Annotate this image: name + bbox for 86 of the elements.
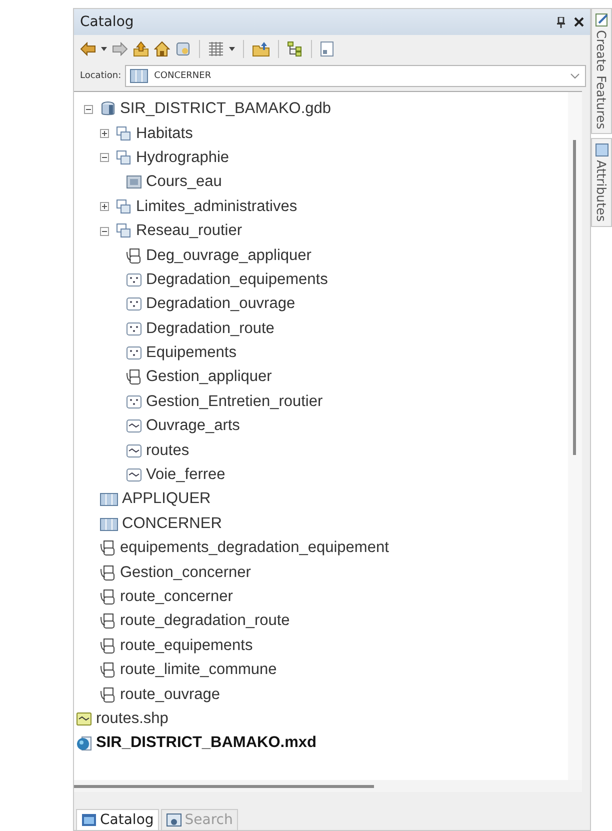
folder-arrow-icon[interactable] bbox=[252, 41, 270, 57]
tree-item[interactable]: Degradation_route bbox=[146, 320, 274, 338]
tree-item[interactable]: Gestion_appliquer bbox=[146, 368, 272, 386]
location-field[interactable]: CONCERNER bbox=[125, 65, 586, 87]
side-tab[interactable]: Attributes bbox=[591, 138, 612, 227]
point-feature-class-icon bbox=[126, 272, 142, 288]
expand-icon[interactable] bbox=[100, 129, 109, 138]
shapefile-icon bbox=[76, 710, 92, 727]
line-feature-class-icon bbox=[126, 442, 142, 459]
tree-item[interactable]: CONCERNER bbox=[122, 514, 222, 533]
scrollbar-thumb[interactable] bbox=[74, 784, 374, 788]
relationship-class-icon bbox=[100, 638, 116, 654]
location-label: Location: bbox=[80, 71, 122, 81]
relationship-class-icon bbox=[126, 248, 142, 264]
tree-item[interactable]: equipements_degradation_equipement bbox=[120, 539, 389, 558]
point-feature-class-icon bbox=[126, 394, 142, 410]
tree-item[interactable]: Degradation_equipements bbox=[146, 270, 328, 289]
tree-item[interactable]: APPLIQUER bbox=[122, 490, 211, 508]
side-tab[interactable]: Create Features bbox=[591, 8, 612, 134]
back-arrow-icon[interactable] bbox=[80, 42, 96, 56]
tree-item[interactable]: SIR_DISTRICT_BAMAKO.gdb bbox=[120, 100, 332, 118]
tree-item[interactable]: Equipements bbox=[146, 344, 236, 362]
point-feature-class-icon bbox=[126, 296, 142, 312]
edit-icon bbox=[594, 13, 608, 27]
tree-item[interactable]: route_concerner bbox=[120, 588, 233, 606]
relationship-class-icon bbox=[126, 369, 142, 386]
relationship-class-icon bbox=[100, 540, 116, 556]
map-document-icon bbox=[76, 735, 92, 752]
tree-item[interactable]: Habitats bbox=[136, 124, 193, 143]
tree-item[interactable]: Voie_ferree bbox=[146, 466, 226, 484]
chevron-down-icon[interactable] bbox=[570, 73, 580, 79]
feature-dataset-icon bbox=[116, 223, 132, 240]
square-icon bbox=[594, 143, 608, 158]
line-feature-class-icon bbox=[126, 467, 142, 484]
point-feature-class-icon bbox=[126, 345, 142, 362]
collapse-icon[interactable] bbox=[100, 226, 109, 236]
relationship-class-icon bbox=[100, 662, 116, 678]
feature-dataset-icon bbox=[116, 198, 132, 215]
tree-item[interactable]: Gestion_concerner bbox=[120, 564, 251, 582]
home-icon[interactable] bbox=[154, 41, 170, 57]
tree-item[interactable]: Deg_ouvrage_appliquer bbox=[146, 246, 312, 265]
tree-item[interactable]: routes bbox=[146, 442, 190, 460]
folder-up-icon[interactable] bbox=[133, 41, 149, 57]
tree-item[interactable]: routes.shp bbox=[96, 710, 168, 728]
table-icon bbox=[100, 491, 118, 508]
document-icon[interactable] bbox=[320, 41, 334, 57]
feature-dataset-icon bbox=[116, 126, 132, 142]
table-icon bbox=[130, 69, 148, 83]
line-feature-class-icon bbox=[126, 418, 142, 434]
relationship-class-icon bbox=[100, 613, 116, 630]
tree-item[interactable]: Gestion_Entretien_routier bbox=[146, 392, 323, 411]
panel-tab[interactable]: Catalog bbox=[76, 809, 159, 830]
relationship-class-icon bbox=[100, 686, 116, 703]
relationship-class-icon bbox=[100, 589, 116, 605]
tree-item[interactable]: Ouvrage_arts bbox=[146, 417, 240, 436]
window-title: Catalog bbox=[80, 14, 134, 30]
collapse-icon[interactable] bbox=[100, 153, 109, 162]
collapse-icon[interactable] bbox=[84, 104, 93, 114]
expand-icon[interactable] bbox=[100, 202, 109, 212]
database-icon bbox=[100, 101, 116, 118]
database-connect-icon[interactable] bbox=[175, 41, 191, 57]
search-icon bbox=[166, 813, 182, 827]
tree-item[interactable]: Limites_administratives bbox=[136, 198, 298, 216]
tree-item[interactable]: route_equipements bbox=[120, 636, 253, 655]
table-icon bbox=[100, 516, 118, 532]
grid-view-icon[interactable] bbox=[208, 41, 224, 57]
close-icon[interactable] bbox=[574, 17, 584, 27]
tree-item[interactable]: route_ouvrage bbox=[120, 686, 220, 704]
tree-item[interactable]: route_limite_commune bbox=[120, 661, 277, 680]
raster-icon bbox=[126, 174, 142, 190]
dropdown-caret-icon[interactable] bbox=[101, 47, 107, 51]
tree-item[interactable]: Hydrographie bbox=[136, 148, 230, 167]
point-feature-class-icon bbox=[126, 320, 142, 337]
forward-arrow-icon[interactable] bbox=[112, 42, 128, 56]
pin-icon[interactable] bbox=[557, 16, 565, 28]
dropdown-caret-icon[interactable] bbox=[229, 47, 235, 51]
tree-item[interactable]: route_degradation_route bbox=[120, 612, 290, 630]
scrollbar-thumb[interactable] bbox=[573, 140, 576, 455]
relationship-class-icon bbox=[100, 564, 116, 581]
tree-item[interactable]: Degradation_ouvrage bbox=[146, 295, 296, 314]
tree-item[interactable]: Reseau_routier bbox=[136, 222, 242, 240]
tree-item[interactable]: Cours_eau bbox=[146, 173, 222, 192]
tree-item[interactable]: SIR_DISTRICT_BAMAKO.mxd bbox=[96, 734, 316, 752]
feature-dataset-icon bbox=[116, 150, 132, 166]
window-icon bbox=[81, 813, 97, 827]
tree-icon[interactable] bbox=[287, 41, 303, 57]
